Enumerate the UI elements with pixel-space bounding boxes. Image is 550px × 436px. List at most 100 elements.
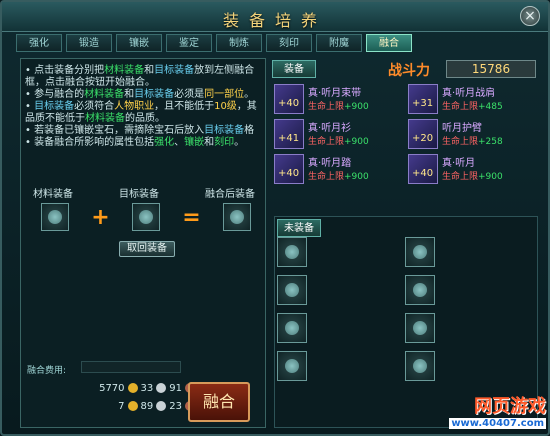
unequipped-slot[interactable] — [277, 351, 307, 381]
equipped-item[interactable]: +40 真·听月束带 生命上限+900 — [274, 84, 404, 114]
empty-slot-icon — [285, 321, 299, 335]
stat-name: 生命上限 — [308, 137, 345, 147]
empty-slot-icon — [230, 210, 244, 224]
item-name: 听月护臂 — [442, 123, 482, 134]
stat-name: 生命上限 — [442, 172, 479, 182]
equipped-item[interactable]: +31 真·听月战肩 生命上限+485 — [408, 84, 538, 114]
currency-value: 89 — [140, 400, 154, 412]
equipped-item[interactable]: +40 真·听月踏 生命上限+900 — [274, 154, 404, 184]
instruction-text: • 点击装备分别把 — [25, 65, 105, 76]
unequipped-slot[interactable] — [405, 351, 435, 381]
result-label: 融合后装备 — [205, 189, 255, 200]
empty-slot-icon — [48, 210, 62, 224]
item-name: 真·听月战肩 — [442, 88, 496, 99]
material-slot[interactable] — [41, 203, 69, 231]
unequipped-slot[interactable] — [405, 275, 435, 305]
instruction-text: 和 — [144, 65, 155, 76]
tab-1[interactable]: 锻造 — [66, 34, 112, 52]
instruction-text: 品质不能低于 — [25, 113, 85, 124]
instruction-text: 同一部位 — [204, 89, 245, 100]
currency-row-1: 5770 33 91 — [35, 381, 195, 395]
equipment-cultivation-window: 装备培养 × 强化 锻造 镶嵌 鉴定 制炼 刻印 附魔 融合 • 点击装备分别把材料装备和目标… — [0, 0, 550, 436]
instruction-text: 框，点击融合按钮开始融合。 — [25, 77, 155, 88]
silver-coin-icon — [156, 401, 167, 411]
equipped-item[interactable]: +20 听月护臂 生命上限+258 — [408, 119, 538, 149]
stat-value: +485 — [478, 102, 503, 112]
enhance-level: +40 — [278, 98, 300, 109]
instruction-text: 和 — [204, 137, 215, 148]
plus-sign: + — [91, 204, 110, 230]
instruction-text: 镶嵌 — [184, 137, 205, 148]
equals-sign: = — [182, 204, 201, 230]
tab-equipped[interactable]: 装备 — [272, 60, 316, 78]
empty-slot-icon — [139, 210, 153, 224]
instruction-text: 放到左侧融合 — [194, 65, 255, 76]
instruction-text: 目标装备 — [204, 125, 245, 136]
empty-slot-icon — [413, 321, 427, 335]
combat-power-label: 战斗力 — [388, 63, 430, 79]
unequipped-slot[interactable] — [405, 237, 435, 267]
instruction-text: • 参与融合的 — [25, 89, 85, 100]
currency-value: 7 — [118, 400, 125, 412]
gold-coin-icon — [127, 401, 138, 411]
equipped-item[interactable]: +41 真·听月衫 生命上限+900 — [274, 119, 404, 149]
item-stat: 生命上限+485 — [442, 99, 503, 112]
empty-slot-icon — [285, 359, 299, 373]
item-stat: 生命上限+258 — [442, 134, 503, 147]
fusion-panel: • 点击装备分别把材料装备和目标装备放到左侧融合 框，点击融合按钮开始融合。 • … — [20, 58, 266, 428]
equipment-panel: 装备 战斗力 15786 +40 真·听月束带 生命上限+900 +31 真·听月战肩生… — [270, 58, 540, 430]
stat-name: 生命上限 — [442, 137, 479, 147]
instruction-line: 框，点击融合按钮开始融合。 — [25, 77, 263, 89]
instruction-line: • 参与融合的材料装备和目标装备必须是同一部位。 — [25, 89, 263, 101]
currency-value: 33 — [140, 382, 154, 394]
item-stat: 生命上限+900 — [308, 99, 369, 112]
instructions: • 点击装备分别把材料装备和目标装备放到左侧融合 框，点击融合按钮开始融合。 • … — [25, 65, 263, 149]
cost-field — [81, 361, 181, 373]
enhance-level: +40 — [412, 168, 434, 179]
instruction-text: 10级 — [214, 101, 237, 112]
enhance-level: +20 — [412, 133, 434, 144]
equipment-icon: +40 — [408, 154, 438, 184]
stat-value: +900 — [344, 102, 369, 112]
tab-unequipped[interactable]: 未装备 — [277, 219, 321, 237]
instruction-text: 材料装备 — [84, 89, 125, 100]
window-title: 装备培养 — [222, 11, 327, 30]
target-slot[interactable] — [132, 203, 160, 231]
unequipped-grid — [277, 237, 533, 381]
tab-0[interactable]: 强化 — [16, 34, 62, 52]
tab-6[interactable]: 附魔 — [316, 34, 362, 52]
tab-7[interactable]: 融合 — [366, 34, 412, 52]
tab-4[interactable]: 制炼 — [216, 34, 262, 52]
tab-5[interactable]: 刻印 — [266, 34, 312, 52]
instruction-text: 刻印 — [214, 137, 235, 148]
item-stat: 生命上限+900 — [308, 134, 369, 147]
retrieve-equipment-button[interactable]: 取回装备 — [119, 241, 175, 257]
tab-2[interactable]: 镶嵌 — [116, 34, 162, 52]
instruction-text: 目标装备 — [154, 65, 195, 76]
empty-slot-icon — [413, 245, 427, 259]
logo-text: 网页游戏 — [474, 396, 546, 417]
fuse-button[interactable]: 融合 — [188, 382, 250, 422]
instruction-text: 材料装备 — [104, 65, 145, 76]
unequipped-slot[interactable] — [277, 275, 307, 305]
stat-value: +900 — [478, 172, 503, 182]
empty-slot-icon — [285, 283, 299, 297]
unequipped-slot[interactable] — [405, 313, 435, 343]
equipped-item[interactable]: +40 真·听月 生命上限+900 — [408, 154, 538, 184]
stat-name: 生命上限 — [308, 172, 345, 182]
instruction-text: 必须是 — [174, 89, 205, 100]
close-button[interactable]: × — [520, 6, 540, 26]
instruction-text: 必须符合 — [74, 101, 115, 112]
instruction-text: ，其 — [236, 101, 257, 112]
site-logo: 网页游戏 www.40407.com — [416, 392, 546, 432]
stat-name: 生命上限 — [442, 102, 479, 112]
instruction-text: 。 — [234, 137, 245, 148]
unequipped-slot[interactable] — [277, 237, 307, 267]
stat-value: +900 — [344, 137, 369, 147]
unequipped-slot[interactable] — [277, 313, 307, 343]
instruction-text: • 若装备已镶嵌宝石，需摘除宝石后放入 — [25, 125, 205, 136]
instruction-line: • 若装备已镶嵌宝石，需摘除宝石后放入目标装备格 — [25, 125, 263, 137]
equipment-icon: +40 — [274, 154, 304, 184]
tab-3[interactable]: 鉴定 — [166, 34, 212, 52]
instruction-line: • 目标装备必须符合人物职业，且不能低于10级，其 — [25, 101, 263, 113]
